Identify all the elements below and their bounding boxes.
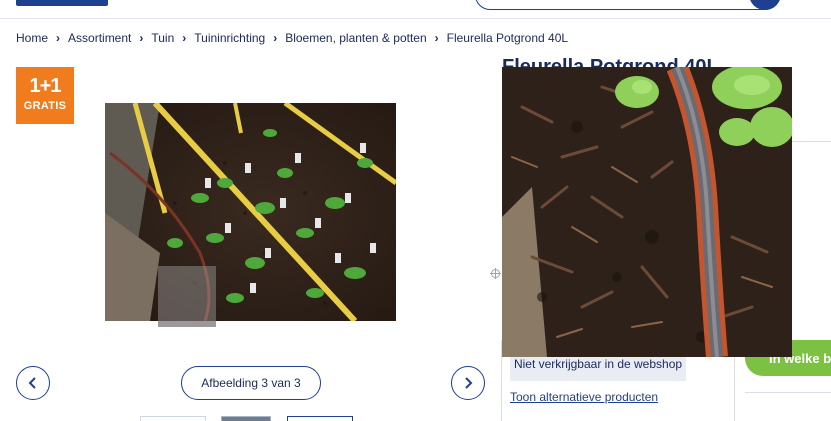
soil-closeup-photo [502,67,792,357]
promo-badge-bottom: GRATIS [23,100,67,112]
chevron-right-icon [465,377,473,389]
breadcrumb-bloemen-planten-potten[interactable]: Bloemen, planten & potten [285,31,426,45]
zoom-preview [502,67,792,357]
header-divider [0,18,831,19]
breadcrumb-tuin[interactable]: Tuin [151,31,174,45]
garden-bed-photo [105,103,396,321]
crosshair-icon [490,268,501,279]
breadcrumb-home[interactable]: Home [16,31,48,45]
breadcrumb-current: Fleurella Potgrond 40L [446,31,569,45]
next-image-button[interactable] [451,366,485,400]
chevron-right-icon: › [139,31,144,45]
chevron-right-icon: › [182,31,187,45]
breadcrumb-assortiment[interactable]: Assortiment [68,31,131,45]
chevron-left-icon [28,377,36,389]
promo-badge: 1+1 GRATIS [16,67,74,124]
section-divider [745,392,831,393]
alternative-products-link[interactable]: Toon alternatieve producten [510,390,658,404]
chevron-right-icon: › [273,31,278,45]
product-page: Home › Assortiment › Tuin › Tuininrichti… [0,0,831,421]
breadcrumb-tuininrichting[interactable]: Tuininrichting [194,31,265,45]
section-divider [790,141,831,142]
chevron-right-icon: › [56,31,61,45]
zoom-lens[interactable] [158,266,216,326]
thumbnail-3[interactable] [287,416,353,421]
zoom-lens-edge [158,321,216,327]
breadcrumb: Home › Assortiment › Tuin › Tuininrichti… [16,31,568,45]
image-counter: Afbeelding 3 van 3 [181,366,321,400]
product-image[interactable] [105,103,396,321]
header-logo[interactable] [16,0,108,6]
promo-badge-top: 1+1 [29,75,62,97]
previous-image-button[interactable] [16,366,50,400]
search-input[interactable] [475,0,780,10]
thumbnail-1[interactable] [140,416,206,421]
chevron-right-icon: › [434,31,439,45]
thumbnail-2[interactable] [221,416,271,421]
